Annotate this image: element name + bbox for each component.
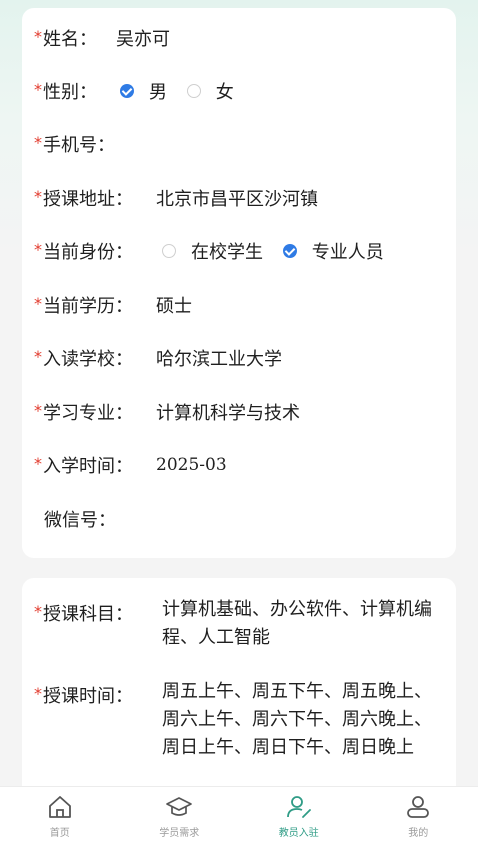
wechat-label: 微信号： — [44, 506, 116, 532]
gender-label: 性别： — [43, 78, 97, 104]
major-value[interactable]: 计算机科学与技术 — [156, 399, 300, 425]
required-mark: * — [34, 133, 42, 152]
required-mark: * — [34, 294, 42, 313]
tab-mine-label: 我的 — [408, 824, 428, 839]
enroll-time-value[interactable]: 2025-03 — [156, 455, 227, 475]
gender-row: *性别： 男 女 — [22, 71, 456, 111]
identity-row: *当前身份： 在校学生 专业人员 — [22, 231, 456, 271]
wechat-row[interactable]: 微信号： — [22, 499, 456, 539]
radio-checked-icon — [120, 84, 134, 98]
address-row[interactable]: *授课地址： 北京市昌平区沙河镇 — [22, 178, 456, 218]
bottom-tab-bar: 首页 学员需求 教员入驻 我的 — [0, 786, 478, 851]
school-row[interactable]: *入读学校： 哈尔滨工业大学 — [22, 338, 456, 378]
phone-row[interactable]: *手机号： — [22, 124, 456, 164]
education-row[interactable]: *当前学历： 硕士 — [22, 285, 456, 325]
tab-teacher-join[interactable]: 教员入驻 — [239, 787, 359, 851]
major-row[interactable]: *学习专业： 计算机科学与技术 — [22, 392, 456, 432]
tab-student-needs[interactable]: 学员需求 — [120, 787, 240, 851]
tab-home[interactable]: 首页 — [0, 787, 120, 851]
school-value[interactable]: 哈尔滨工业大学 — [156, 345, 282, 371]
address-label: 授课地址： — [43, 185, 133, 211]
gender-option-female[interactable]: 女 — [187, 78, 234, 104]
user-edit-icon — [285, 794, 313, 820]
name-label: 姓名： — [43, 25, 97, 51]
education-label: 当前学历： — [43, 292, 133, 318]
home-icon — [46, 794, 74, 820]
graduation-cap-icon — [165, 794, 193, 820]
identity-option-professional[interactable]: 专业人员 — [283, 238, 384, 264]
tab-student-needs-label: 学员需求 — [159, 824, 199, 839]
subjects-label: 授课科目： — [43, 600, 133, 626]
name-value[interactable]: 吴亦可 — [116, 25, 170, 51]
school-label: 入读学校： — [43, 345, 133, 371]
name-row[interactable]: *姓名： 吴亦可 — [22, 18, 456, 58]
required-mark: * — [34, 347, 42, 366]
required-mark: * — [34, 187, 42, 206]
enroll-time-label: 入学时间： — [43, 452, 133, 478]
required-mark: * — [34, 240, 42, 259]
teaching-card: *授课科目： 计算机基础、办公软件、计算机编程、人工智能 *授课时间： 周五上午… — [22, 578, 456, 808]
required-mark: * — [34, 80, 42, 99]
enroll-time-row[interactable]: *入学时间： 2025-03 — [22, 445, 456, 485]
required-mark: * — [34, 401, 42, 420]
profile-card: *姓名： 吴亦可 *性别： 男 女 *手机号： *授课地址： 北京市昌平区沙河镇… — [22, 8, 456, 558]
required-mark: * — [34, 27, 42, 46]
tab-teacher-join-label: 教员入驻 — [279, 824, 319, 839]
identity-option-student[interactable]: 在校学生 — [162, 238, 263, 264]
times-label: 授课时间： — [43, 682, 133, 708]
tab-mine[interactable]: 我的 — [359, 787, 478, 851]
gender-option-male[interactable]: 男 — [120, 78, 167, 104]
subjects-value[interactable]: 计算机基础、办公软件、计算机编程、人工智能 — [162, 596, 442, 652]
required-mark: * — [34, 602, 42, 621]
radio-unchecked-icon — [162, 244, 176, 258]
tab-home-label: 首页 — [50, 824, 70, 839]
phone-label: 手机号： — [43, 131, 115, 157]
radio-unchecked-icon — [187, 84, 201, 98]
user-icon — [404, 794, 432, 820]
required-mark: * — [34, 454, 42, 473]
major-label: 学习专业： — [43, 399, 133, 425]
identity-label: 当前身份： — [43, 238, 133, 264]
education-value[interactable]: 硕士 — [156, 292, 192, 318]
address-value[interactable]: 北京市昌平区沙河镇 — [156, 185, 318, 211]
times-value[interactable]: 周五上午、周五下午、周五晚上、周六上午、周六下午、周六晚上、周日上午、周日下午、… — [162, 678, 442, 762]
required-mark: * — [34, 684, 42, 703]
radio-checked-icon — [283, 244, 297, 258]
